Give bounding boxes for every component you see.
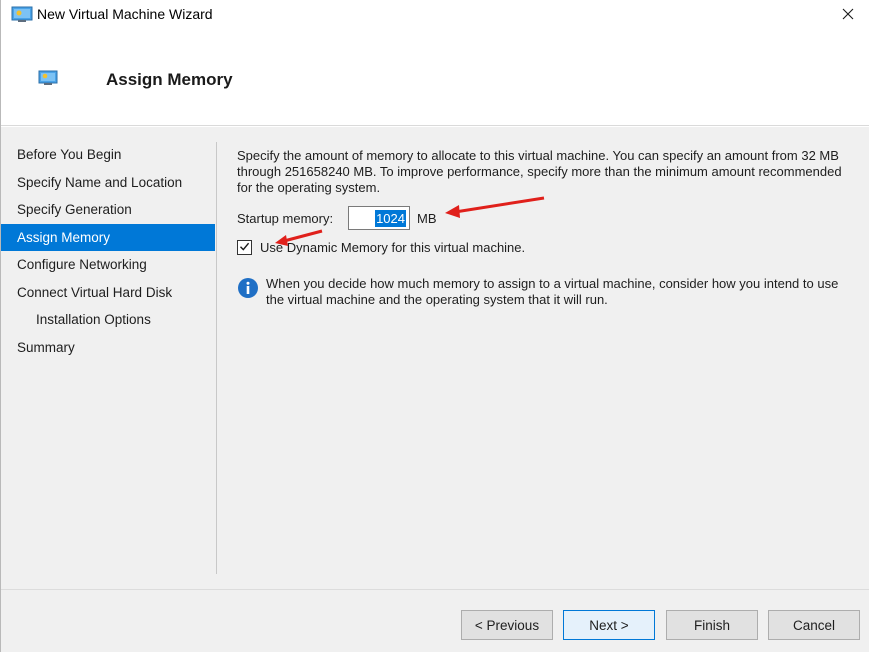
close-button[interactable] xyxy=(826,0,869,30)
page-title: Assign Memory xyxy=(106,70,233,89)
info-text: When you decide how much memory to assig… xyxy=(266,276,839,307)
cancel-button[interactable]: Cancel xyxy=(768,610,860,640)
checkmark-icon xyxy=(239,240,250,255)
window-title: New Virtual Machine Wizard xyxy=(37,6,213,22)
previous-button[interactable]: < Previous xyxy=(461,610,553,640)
startup-memory-input[interactable]: 1024 xyxy=(348,206,410,230)
info-message: When you decide how much memory to assig… xyxy=(237,276,852,308)
nav-item-specify-generation[interactable]: Specify Generation xyxy=(1,196,215,224)
nav-item-before-you-begin[interactable]: Before You Begin xyxy=(1,141,215,169)
wizard-window: New Virtual Machine Wizard Assign Memory… xyxy=(0,0,869,652)
startup-memory-row: Startup memory: 1024 MB xyxy=(237,206,437,230)
dynamic-memory-row: Use Dynamic Memory for this virtual mach… xyxy=(237,240,525,255)
footer-divider xyxy=(1,589,869,590)
virtual-machine-icon xyxy=(11,6,33,23)
info-icon xyxy=(237,277,259,299)
next-button[interactable]: Next > xyxy=(563,610,655,640)
close-icon xyxy=(842,8,854,23)
wizard-body: Before You Begin Specify Name and Locati… xyxy=(1,127,869,652)
intro-text: Specify the amount of memory to allocate… xyxy=(237,148,842,195)
nav-item-summary[interactable]: Summary xyxy=(1,334,215,362)
virtual-machine-icon xyxy=(38,70,58,87)
wizard-header: Assign Memory xyxy=(1,30,869,126)
nav-item-assign-memory[interactable]: Assign Memory xyxy=(1,223,215,251)
title-bar: New Virtual Machine Wizard xyxy=(1,0,869,30)
dynamic-memory-checkbox[interactable] xyxy=(237,240,252,255)
nav-divider xyxy=(216,142,217,574)
nav-item-installation-options[interactable]: Installation Options xyxy=(1,306,215,334)
startup-memory-label: Startup memory: xyxy=(237,210,334,226)
startup-memory-unit: MB xyxy=(417,210,437,226)
nav-item-configure-networking[interactable]: Configure Networking xyxy=(1,251,215,279)
nav-item-specify-name-location[interactable]: Specify Name and Location xyxy=(1,169,215,197)
wizard-steps-nav: Before You Begin Specify Name and Locati… xyxy=(1,141,215,361)
main-content: Specify the amount of memory to allocate… xyxy=(237,148,852,307)
finish-button[interactable]: Finish xyxy=(666,610,758,640)
dynamic-memory-label: Use Dynamic Memory for this virtual mach… xyxy=(260,240,526,255)
nav-item-connect-virtual-hard-disk[interactable]: Connect Virtual Hard Disk xyxy=(1,279,215,307)
startup-memory-value: 1024 xyxy=(375,209,406,227)
